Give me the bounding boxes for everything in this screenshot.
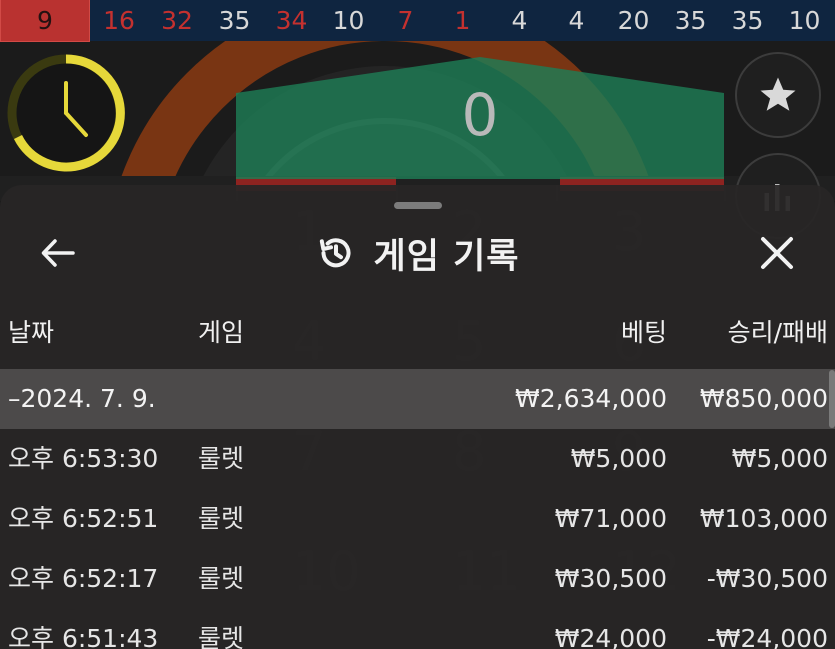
row-time: 오후 6:53:30: [8, 444, 159, 473]
past-result: 20: [617, 6, 650, 35]
past-result: 16: [103, 6, 135, 35]
past-result: 4: [511, 6, 528, 35]
history-icon: [319, 238, 350, 268]
star-icon: [760, 77, 796, 111]
row-bet: ₩71,000: [554, 504, 667, 533]
row-bet: ₩5,000: [570, 444, 667, 473]
close-button[interactable]: [755, 231, 799, 275]
past-result: 1: [454, 6, 471, 35]
past-result: 34: [275, 6, 308, 35]
header-date: 날짜: [8, 318, 55, 347]
group-date: –2024. 7. 9.: [8, 384, 156, 413]
favorite-button[interactable]: [735, 52, 821, 138]
header-bet: 베팅: [620, 318, 667, 347]
past-result: 35: [674, 6, 707, 35]
past-result: 32: [161, 6, 193, 35]
table-row[interactable]: 오후 6:52:51 룰렛 ₩71,000 ₩103,000: [0, 489, 835, 549]
table-row[interactable]: 오후 6:52:17 룰렛 ₩30,500 -₩30,500: [0, 549, 835, 609]
header-game: 게임: [198, 318, 245, 347]
close-icon: [761, 237, 793, 269]
table-row[interactable]: 오후 6:53:30 룰렛 ₩5,000 ₩5,000: [0, 429, 835, 489]
row-game: 룰렛: [198, 564, 245, 593]
row-result: -₩30,500: [706, 564, 828, 593]
row-bet: ₩24,000: [554, 624, 667, 649]
row-result: ₩5,000: [731, 444, 828, 473]
past-result: 10: [788, 6, 821, 35]
back-button[interactable]: [36, 233, 80, 273]
table-row[interactable]: 오후 6:51:43 룰렛 ₩24,000 -₩24,000: [0, 609, 835, 649]
wheel-area: 0: [0, 41, 835, 239]
row-result: -₩24,000: [706, 624, 828, 649]
row-game: 룰렛: [198, 504, 245, 533]
table-header-row: 날짜 게임 베팅 승리/패배: [0, 305, 835, 361]
sheet-header: 게임 기록: [0, 225, 835, 281]
row-time: 오후 6:52:51: [8, 504, 159, 533]
row-time: 오후 6:52:17: [8, 564, 159, 593]
zero-label: 0: [461, 81, 499, 149]
row-game: 룰렛: [198, 624, 245, 649]
date-group-row[interactable]: –2024. 7. 9. ₩2,634,000 ₩850,000: [0, 369, 835, 429]
sheet-title-text: 게임 기록: [373, 236, 520, 277]
results-history-strip: 9 16 32 35 34 10 7 1 4 4 20 35 35 10: [0, 0, 835, 42]
past-result: 7: [397, 6, 414, 35]
history-table: 날짜 게임 베팅 승리/패배 –2024. 7. 9. ₩2,634,000 ₩…: [0, 313, 835, 649]
past-result: 10: [332, 6, 365, 35]
scrollbar[interactable]: [829, 370, 835, 428]
row-time: 오후 6:51:43: [8, 624, 159, 649]
row-bet: ₩30,500: [554, 564, 667, 593]
game-history-sheet: 게임 기록 날짜 게임 베팅 승리/패배 –2024. 7. 9. ₩2,634…: [0, 185, 835, 649]
row-result: ₩103,000: [699, 504, 828, 533]
row-game: 룰렛: [198, 444, 245, 473]
arrow-left-icon: [41, 239, 75, 267]
sheet-title: 게임 기록: [0, 225, 835, 281]
sheet-drag-handle[interactable]: [394, 202, 442, 209]
timer-clock-icon: [7, 54, 125, 172]
header-result: 승리/패배: [727, 318, 828, 347]
group-result-total: ₩850,000: [699, 384, 828, 413]
past-result: 35: [731, 6, 764, 35]
latest-result: 9: [0, 0, 90, 42]
past-result: 4: [568, 6, 585, 35]
past-result: 35: [218, 6, 251, 35]
group-bet-total: ₩2,634,000: [515, 384, 667, 413]
